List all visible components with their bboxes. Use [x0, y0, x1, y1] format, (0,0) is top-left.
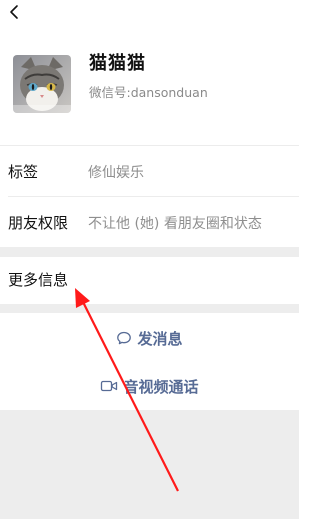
row-label: 更多信息 [8, 271, 69, 289]
send-message-label: 发消息 [137, 329, 183, 348]
section-gap [0, 304, 299, 313]
top-bar [0, 0, 299, 28]
profile-card: 猫猫猫 微信号:dansonduan [0, 28, 299, 136]
section-gap [0, 247, 299, 257]
contact-name: 猫猫猫 [89, 53, 146, 74]
send-message-button[interactable]: 发消息 [0, 313, 299, 363]
row-label: 朋友权限 [8, 214, 69, 232]
cat-photo-avatar [13, 55, 71, 113]
row-value: 修仙娱乐 [88, 165, 144, 181]
chat-bubble-icon [117, 331, 132, 345]
row-value: 不让他 (她) 看朋友圈和状态 [88, 216, 262, 232]
video-call-label: 音视频通话 [123, 377, 199, 396]
video-camera-icon [101, 380, 118, 392]
video-call-button[interactable]: 音视频通话 [0, 361, 299, 411]
row-friend-permissions[interactable]: 朋友权限 不让他 (她) 看朋友圈和状态 [0, 197, 299, 247]
row-tags[interactable]: 标签 修仙娱乐 [0, 146, 299, 196]
row-label: 标签 [8, 163, 39, 181]
empty-area [0, 410, 299, 519]
wechat-id: 微信号:dansonduan [89, 85, 208, 100]
back-chevron-icon[interactable] [6, 2, 24, 22]
row-more-info[interactable]: 更多信息 [0, 257, 299, 304]
avatar[interactable] [13, 55, 71, 113]
